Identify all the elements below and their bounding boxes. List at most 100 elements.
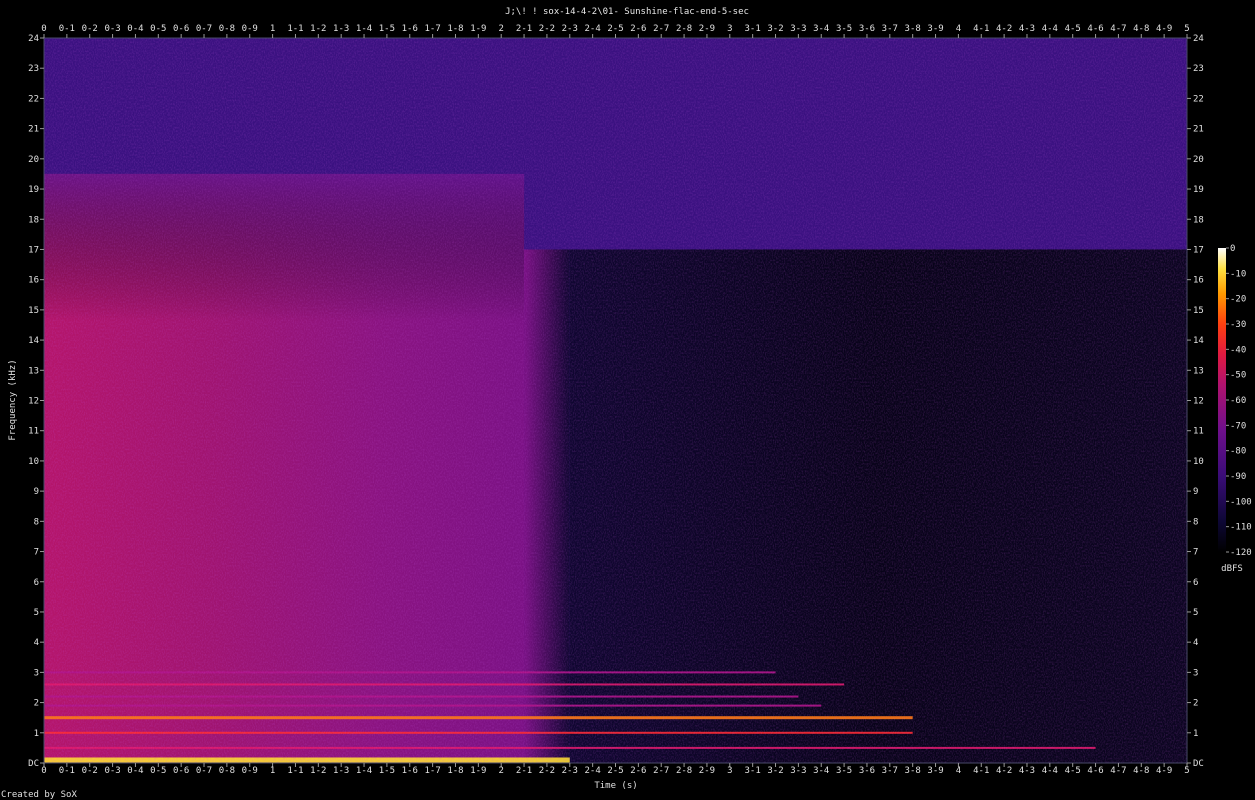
x-top-tick-label: 3-9 [927,24,943,34]
colorbar-tick-label: -100 [1230,497,1252,507]
y-left-tick-label: 11 [28,427,39,437]
colorbar-ticks: 0 -10 -20 -30 -40 -50 -60 -70 -80 -90 -100 -110 -120 [1226,244,1252,558]
x-top-tick-label: 0-4 [127,24,143,34]
y-left-tick-label: 12 [28,397,39,407]
noise-texture [44,38,1187,763]
colorbar-label: dBFS [1221,564,1243,574]
x-top-tick-label: 1-3 [333,24,349,34]
x-bottom-tick-label: 4-8 [1133,766,1149,776]
y-right-tick-label: 13 [1193,366,1204,376]
y-left-tick-label: 8 [34,517,39,527]
x-top-tick-label: 1-4 [356,24,372,34]
y-right-tick-label: 10 [1193,457,1204,467]
x-bottom-tick-label: 2-4 [585,766,601,776]
x-bottom-tick-label: 3-6 [859,766,875,776]
x-top-tick-label: 3-5 [836,24,852,34]
x-bottom-tick-label: 0-5 [150,766,166,776]
x-top-tick-label: 2-6 [630,24,646,34]
x-top-tick-label: 4-8 [1133,24,1149,34]
y-right-tick-label: 24 [1193,34,1204,44]
x-top-tick-label: 0-6 [173,24,189,34]
x-top-tick-label: 3-3 [790,24,806,34]
x-top-tick-label: 4-6 [1087,24,1103,34]
x-axis-bottom: 0 0-1 0-2 0-3 0-4 0-5 0-6 0-7 0-8 0-9 1 1-1 1-2 1-3 1-… [41,763,1190,776]
y-left-tick-label: 18 [28,215,39,225]
x-bottom-tick-label: 1-7 [424,766,440,776]
colorbar-tick-label: -30 [1230,320,1246,330]
x-top-tick-label: 1-1 [287,24,303,34]
x-top-tick-label: 2 [498,24,503,34]
y-left-tick-label: 14 [28,336,39,346]
x-top-tick-label: 1 [270,24,275,34]
x-top-tick-label: 4-4 [1042,24,1058,34]
y-left-tick-label: 7 [34,548,39,558]
x-bottom-tick-label: 1-3 [333,766,349,776]
x-bottom-tick-label: 4-4 [1042,766,1058,776]
x-top-tick-label: 1-6 [402,24,418,34]
colorbar-gradient [1218,248,1226,552]
y-right-tick-label: 18 [1193,215,1204,225]
x-top-tick-label: 1-5 [379,24,395,34]
y-left-tick-label: 19 [28,185,39,195]
x-top-tick-label: 0-5 [150,24,166,34]
x-top-tick-label: 4-3 [1019,24,1035,34]
x-bottom-tick-label: 4-2 [996,766,1012,776]
x-top-tick-label: 1-7 [424,24,440,34]
y-left-tick-label: 4 [34,638,39,648]
x-top-tick-label: 4-7 [1110,24,1126,34]
x-top-tick-label: 3-4 [813,24,829,34]
x-top-tick-label: 0 [41,24,46,34]
x-top-tick-label: 1-2 [310,24,326,34]
x-top-tick-label: 0-9 [242,24,258,34]
y-left-tick-label: 15 [28,306,39,316]
x-bottom-tick-label: 4-3 [1019,766,1035,776]
x-bottom-tick-label: 0-1 [59,766,75,776]
x-bottom-tick-label: 1-2 [310,766,326,776]
y-right-tick-label: 14 [1193,336,1204,346]
x-bottom-tick-label: 5 [1184,766,1189,776]
y-left-tick-label: 5 [34,608,39,618]
x-bottom-tick-label: 1-6 [402,766,418,776]
x-top-tick-label: 2-8 [676,24,692,34]
y-right-tick-label: DC [1193,759,1204,769]
x-bottom-tick-label: 2-5 [607,766,623,776]
y-right-tick-label: 6 [1193,578,1198,588]
y-left-tick-label: 1 [34,729,39,739]
x-bottom-tick-label: 4-9 [1156,766,1172,776]
x-top-tick-label: 1-9 [470,24,486,34]
colorbar-tick-label: -110 [1230,523,1252,533]
y-left-tick-label: 2 [34,699,39,709]
x-bottom-tick-label: 0 [41,766,46,776]
colorbar-tick-label: -120 [1230,548,1252,558]
x-top-tick-label: 4 [956,24,961,34]
colorbar-tick-label: -20 [1230,295,1246,305]
x-top-tick-label: 5 [1184,24,1189,34]
x-bottom-tick-label: 3-2 [767,766,783,776]
x-bottom-tick-label: 3-5 [836,766,852,776]
x-bottom-tick-label: 2 [498,766,503,776]
x-bottom-tick-label: 3-3 [790,766,806,776]
y-right-tick-label: 8 [1193,517,1198,527]
colorbar-tick-label: -50 [1230,371,1246,381]
y-right-tick-label: 22 [1193,94,1204,104]
x-bottom-tick-label: 3-9 [927,766,943,776]
x-bottom-tick-label: 2-7 [653,766,669,776]
y-right-tick-label: 23 [1193,64,1204,74]
x-bottom-tick-label: 3-8 [905,766,921,776]
y-left-tick-label: 13 [28,366,39,376]
y-left-tick-label: 9 [34,487,39,497]
sox-credit: Created by SoX [1,790,77,800]
x-bottom-tick-label: 1-5 [379,766,395,776]
x-top-tick-label: 2-7 [653,24,669,34]
y-left-tick-label: 22 [28,94,39,104]
x-bottom-tick-label: 4-7 [1110,766,1126,776]
colorbar-tick-label: -10 [1230,269,1246,279]
spectrogram-window: J;\! ! sox-14-4-2\01- Sunshine-flac-end-… [1,7,1252,800]
x-top-tick-label: 2-4 [585,24,601,34]
y-left-tick-label: 6 [34,578,39,588]
x-bottom-tick-label: 3-1 [745,766,761,776]
x-top-tick-label: 0-3 [104,24,120,34]
x-bottom-tick-label: 1-9 [470,766,486,776]
x-top-tick-label: 4-9 [1156,24,1172,34]
colorbar-tick-label: -70 [1230,421,1246,431]
